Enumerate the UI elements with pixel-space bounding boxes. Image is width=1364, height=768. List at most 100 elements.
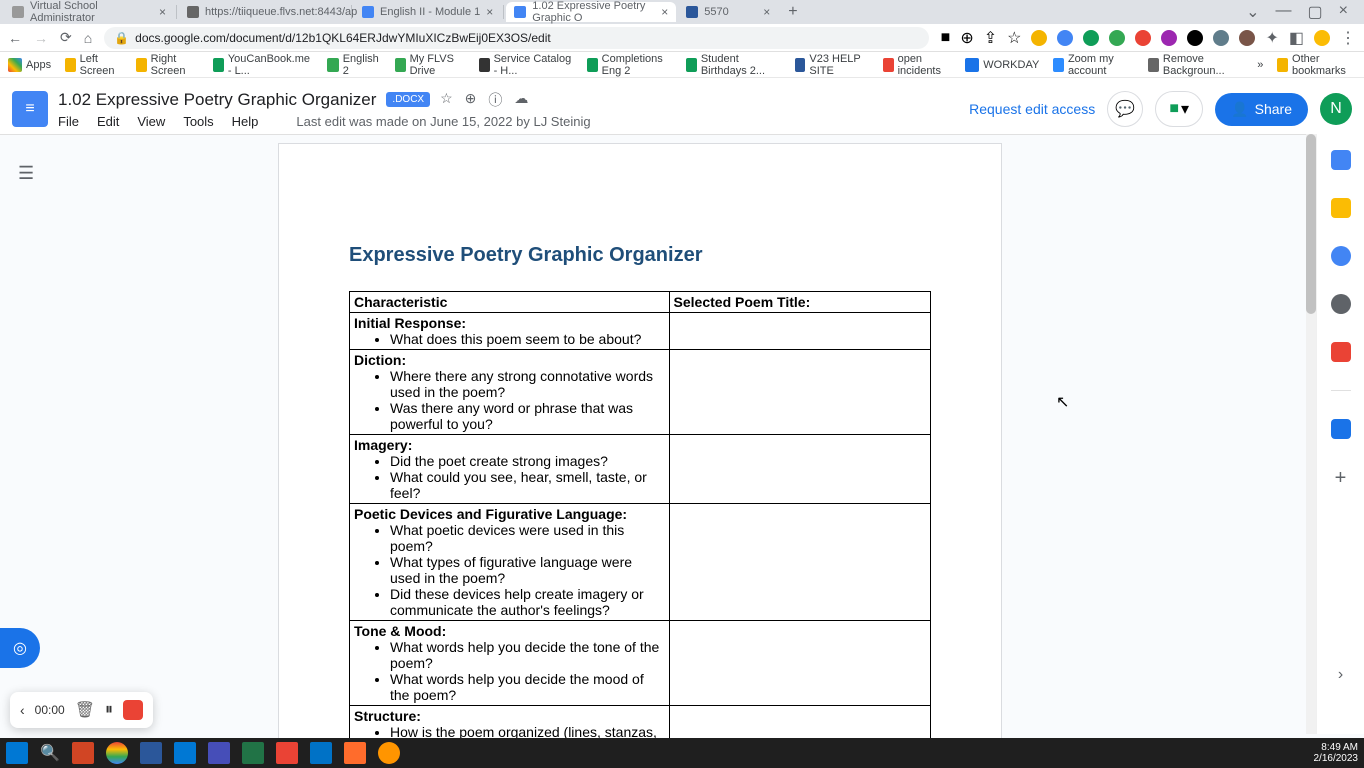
vertical-scrollbar[interactable] xyxy=(1306,134,1316,734)
close-icon[interactable]: × xyxy=(486,5,493,19)
system-clock[interactable]: 8:49 AM 2/16/2023 xyxy=(1314,742,1359,764)
plus-icon[interactable]: + xyxy=(1335,467,1347,490)
ext-icon[interactable] xyxy=(1109,30,1125,46)
outlook-icon[interactable] xyxy=(310,742,332,764)
bookmark-apps[interactable]: Apps xyxy=(8,58,51,72)
info-icon[interactable]: ⓘ xyxy=(488,90,502,110)
bookmark-item[interactable]: Remove Backgroun... xyxy=(1148,53,1243,77)
avatar[interactable]: N xyxy=(1320,93,1352,125)
ext-icon[interactable] xyxy=(1057,30,1073,46)
cloud-icon[interactable]: ☁ xyxy=(514,90,528,110)
menu-view[interactable]: View xyxy=(137,114,165,129)
zoom-icon[interactable]: ⊕ xyxy=(960,28,973,48)
comment-button[interactable]: 💬 xyxy=(1107,91,1143,127)
last-edit-text[interactable]: Last edit was made on June 15, 2022 by L… xyxy=(296,114,590,129)
chevron-down-icon[interactable]: ⌄ xyxy=(1246,2,1259,22)
close-icon[interactable]: × xyxy=(159,5,166,19)
bookmark-item[interactable]: Zoom my account xyxy=(1053,53,1134,77)
bookmark-item[interactable]: Right Screen xyxy=(136,53,199,77)
chevron-right-icon[interactable]: › xyxy=(1338,666,1343,684)
docs-logo-icon[interactable]: ≡ xyxy=(12,91,48,127)
ext-icon[interactable] xyxy=(1161,30,1177,46)
bookmark-item[interactable]: WORKDAY xyxy=(965,58,1039,72)
close-icon[interactable]: × xyxy=(1339,2,1348,22)
move-icon[interactable]: ⊕ xyxy=(465,90,477,110)
menu-icon[interactable]: ⋮ xyxy=(1340,28,1356,48)
bookmark-item[interactable]: My FLVS Drive xyxy=(395,53,465,77)
ext-icon[interactable] xyxy=(1239,30,1255,46)
stop-button[interactable] xyxy=(123,700,143,720)
firefox-icon[interactable] xyxy=(378,742,400,764)
ext-icon[interactable] xyxy=(1031,30,1047,46)
recording-badge[interactable]: ◎ xyxy=(0,628,40,668)
side-panel-icon[interactable]: ◧ xyxy=(1289,28,1304,48)
answer-cell[interactable] xyxy=(669,313,930,350)
teams-icon[interactable] xyxy=(208,742,230,764)
keep-icon[interactable] xyxy=(1331,198,1351,218)
app-icon[interactable] xyxy=(344,742,366,764)
tab-active-docs[interactable]: 1.02 Expressive Poetry Graphic O× xyxy=(506,2,676,22)
request-edit-button[interactable]: Request edit access xyxy=(969,101,1095,117)
ext-icon[interactable] xyxy=(1083,30,1099,46)
app-icon[interactable] xyxy=(276,742,298,764)
tab-english[interactable]: English II - Module 1× xyxy=(354,2,501,22)
menu-help[interactable]: Help xyxy=(232,114,259,129)
new-tab-button[interactable]: + xyxy=(780,3,805,21)
reload-icon[interactable]: ⟳ xyxy=(60,29,72,46)
star-icon[interactable]: ☆ xyxy=(440,90,453,110)
share-button[interactable]: 👤Share xyxy=(1215,93,1308,126)
chrome-icon[interactable] xyxy=(106,742,128,764)
calendar-icon[interactable] xyxy=(1331,150,1351,170)
chevron-left-icon[interactable]: ‹ xyxy=(20,702,25,718)
other-bookmarks[interactable]: Other bookmarks xyxy=(1277,53,1356,77)
start-icon[interactable] xyxy=(6,742,28,764)
bookmark-item[interactable]: open incidents xyxy=(883,53,951,77)
explorer-icon[interactable] xyxy=(174,742,196,764)
tasks-icon[interactable] xyxy=(1331,246,1351,266)
profile-icon[interactable] xyxy=(1314,30,1330,46)
tab-vsa[interactable]: Virtual School Administrator× xyxy=(4,2,174,22)
pause-icon[interactable]: ⏸ xyxy=(105,701,113,719)
star-icon[interactable]: ☆ xyxy=(1007,28,1021,48)
outline-icon[interactable]: ☰ xyxy=(18,163,34,184)
scroll-thumb[interactable] xyxy=(1306,134,1316,314)
ext-icon[interactable] xyxy=(1213,30,1229,46)
answer-cell[interactable] xyxy=(669,621,930,706)
bookmark-item[interactable]: Service Catalog - H... xyxy=(479,53,573,77)
url-field[interactable]: 🔒 docs.google.com/document/d/12b1QKL64ER… xyxy=(104,27,928,49)
ext-icon[interactable] xyxy=(1135,30,1151,46)
ext-icon[interactable] xyxy=(1187,30,1203,46)
addon-icon[interactable] xyxy=(1331,419,1351,439)
answer-cell[interactable] xyxy=(669,504,930,621)
answer-cell[interactable] xyxy=(669,435,930,504)
document-title[interactable]: 1.02 Expressive Poetry Graphic Organizer xyxy=(58,90,376,110)
search-icon[interactable]: 🔍 xyxy=(40,743,60,763)
bookmark-item[interactable]: V23 HELP SITE xyxy=(795,53,869,77)
bookmark-item[interactable]: Student Birthdays 2... xyxy=(686,53,781,77)
close-icon[interactable]: × xyxy=(661,5,668,19)
menu-tools[interactable]: Tools xyxy=(183,114,213,129)
bookmark-item[interactable]: Left Screen xyxy=(65,53,122,77)
document-canvas[interactable]: ☰ Expressive Poetry Graphic Organizer Ch… xyxy=(0,135,1364,743)
extensions-icon[interactable]: ✦ xyxy=(1265,28,1278,48)
trash-icon[interactable]: 🗑 xyxy=(75,700,95,720)
back-icon[interactable]: ← xyxy=(8,30,22,46)
bookmark-item[interactable]: YouCanBook.me - L... xyxy=(213,53,313,77)
bookmark-item[interactable]: English 2 xyxy=(327,53,381,77)
tab-5570[interactable]: 5570× xyxy=(678,2,778,22)
tab-tiiqueue[interactable]: https://tiiqueue.flvs.net:8443/ap× xyxy=(179,2,349,22)
home-icon[interactable]: ⌂ xyxy=(84,30,92,46)
close-icon[interactable]: × xyxy=(763,5,770,19)
maximize-icon[interactable]: ▢ xyxy=(1308,2,1323,22)
menu-file[interactable]: File xyxy=(58,114,79,129)
minimize-icon[interactable]: — xyxy=(1276,2,1292,22)
maps-icon[interactable] xyxy=(1331,342,1351,362)
answer-cell[interactable] xyxy=(669,350,930,435)
share-icon[interactable]: ⇪ xyxy=(984,28,997,48)
menu-edit[interactable]: Edit xyxy=(97,114,119,129)
contacts-icon[interactable] xyxy=(1331,294,1351,314)
bookmark-item[interactable]: Completions Eng 2 xyxy=(587,53,672,77)
bookmark-overflow[interactable]: » xyxy=(1257,59,1263,71)
word-icon[interactable] xyxy=(140,742,162,764)
meet-button[interactable]: ■▾ xyxy=(1155,91,1203,127)
